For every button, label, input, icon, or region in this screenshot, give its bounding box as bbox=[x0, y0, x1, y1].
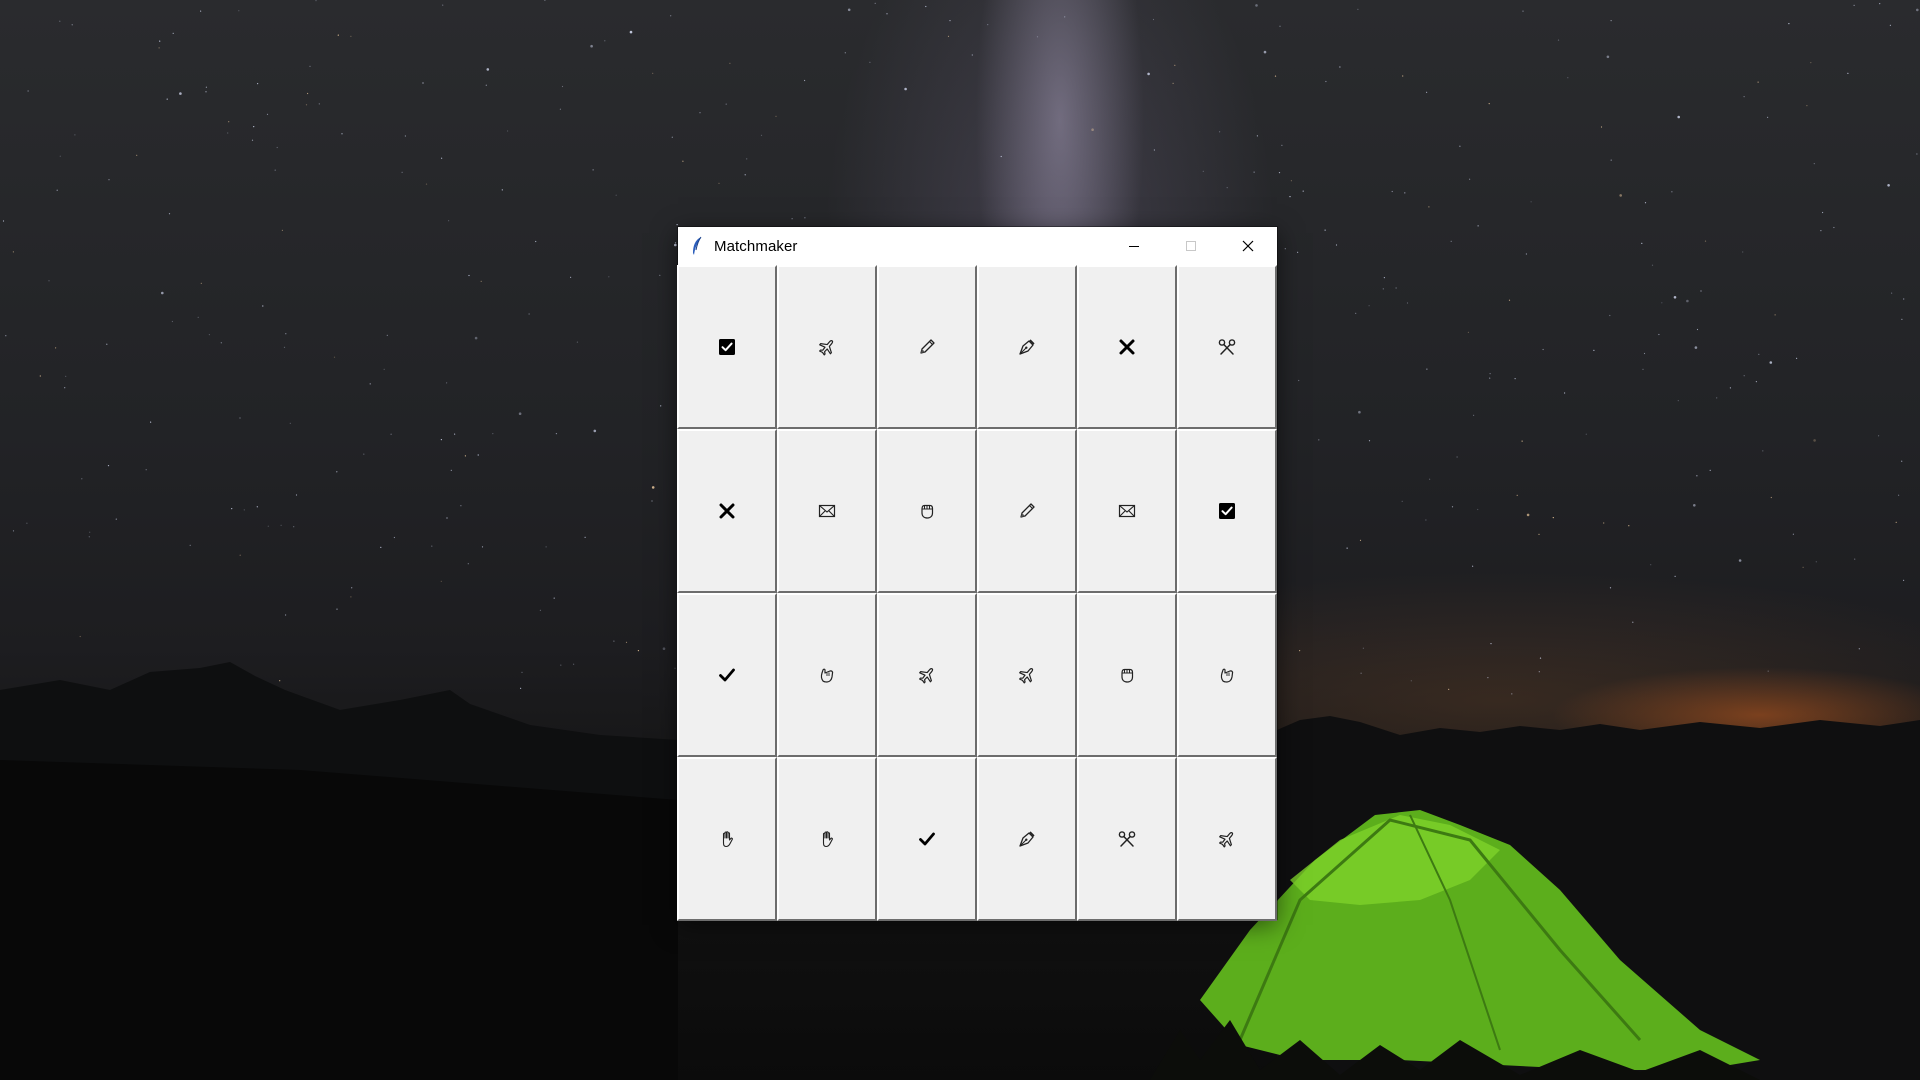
tile-r4-c2[interactable] bbox=[777, 757, 877, 921]
tent-body bbox=[1200, 810, 1760, 1070]
minimize-button[interactable] bbox=[1105, 227, 1162, 265]
maximize-icon bbox=[1185, 241, 1196, 251]
tile-r1-c3[interactable] bbox=[877, 265, 977, 429]
tile-r1-c4[interactable] bbox=[977, 265, 1077, 429]
window-title: Matchmaker bbox=[714, 237, 798, 255]
close-icon bbox=[1242, 240, 1254, 252]
tile-r3-c1[interactable] bbox=[677, 593, 777, 757]
tile-r4-c5[interactable] bbox=[1077, 757, 1177, 921]
check-box-icon bbox=[719, 339, 735, 355]
pencil-icon bbox=[1020, 503, 1035, 518]
tile-r2-c4[interactable] bbox=[977, 429, 1077, 593]
pen-nib-icon bbox=[1019, 831, 1035, 847]
tile-r3-c3[interactable] bbox=[877, 593, 977, 757]
mountain-silhouette bbox=[0, 662, 678, 1080]
window-controls bbox=[1105, 227, 1277, 265]
hill-foreground bbox=[0, 760, 678, 1080]
tile-r1-c6[interactable] bbox=[1177, 265, 1277, 429]
tent-pole-2 bbox=[1409, 814, 1501, 1051]
close-button[interactable] bbox=[1219, 227, 1277, 265]
tile-r2-c2[interactable] bbox=[777, 429, 877, 593]
tent-highlight bbox=[1290, 815, 1500, 905]
envelope-icon bbox=[1118, 504, 1136, 518]
maximize-button[interactable] bbox=[1162, 227, 1219, 265]
tile-r2-c1[interactable] bbox=[677, 429, 777, 593]
hand-icon bbox=[820, 668, 834, 683]
cross-mark-icon bbox=[1119, 339, 1135, 355]
scissors-icon bbox=[1218, 339, 1236, 355]
tile-r4-c1[interactable] bbox=[677, 757, 777, 921]
matchmaker-window: Matchmaker bbox=[677, 227, 1277, 921]
pencil-icon bbox=[920, 339, 935, 354]
tile-r3-c6[interactable] bbox=[1177, 593, 1277, 757]
airplane-icon bbox=[1219, 831, 1234, 848]
check-mark-icon bbox=[919, 832, 935, 846]
mountain-silhouette-right bbox=[1277, 716, 1920, 1080]
hand-icon bbox=[1220, 668, 1234, 683]
tile-r3-c2[interactable] bbox=[777, 593, 877, 757]
airplane-icon bbox=[919, 667, 934, 684]
airplane-icon bbox=[1019, 667, 1034, 684]
tile-grid bbox=[677, 265, 1277, 921]
scissors-icon bbox=[1118, 831, 1136, 847]
tent-pole bbox=[1238, 818, 1642, 1041]
envelope-icon bbox=[818, 504, 836, 518]
grass bbox=[1150, 1020, 1760, 1080]
feather-icon bbox=[690, 236, 704, 256]
title-bar[interactable]: Matchmaker bbox=[678, 227, 1277, 265]
raised-hand-icon bbox=[822, 831, 833, 848]
minimize-icon bbox=[1128, 246, 1139, 247]
airplane-icon bbox=[819, 339, 834, 356]
tile-r4-c4[interactable] bbox=[977, 757, 1077, 921]
tile-r3-c4[interactable] bbox=[977, 593, 1077, 757]
fist-icon bbox=[1121, 668, 1134, 683]
tile-r1-c5[interactable] bbox=[1077, 265, 1177, 429]
tile-r2-c3[interactable] bbox=[877, 429, 977, 593]
tile-r2-c5[interactable] bbox=[1077, 429, 1177, 593]
fist-icon bbox=[921, 504, 934, 519]
tile-r4-c6[interactable] bbox=[1177, 757, 1277, 921]
pen-nib-icon bbox=[1019, 339, 1035, 355]
tile-r1-c1[interactable] bbox=[677, 265, 777, 429]
tile-r1-c2[interactable] bbox=[777, 265, 877, 429]
check-box-icon bbox=[1219, 503, 1235, 519]
tile-r4-c3[interactable] bbox=[877, 757, 977, 921]
check-mark-icon bbox=[719, 668, 735, 682]
tile-r2-c6[interactable] bbox=[1177, 429, 1277, 593]
cross-mark-icon bbox=[719, 503, 735, 519]
raised-hand-icon bbox=[722, 831, 733, 848]
tile-r3-c5[interactable] bbox=[1077, 593, 1177, 757]
